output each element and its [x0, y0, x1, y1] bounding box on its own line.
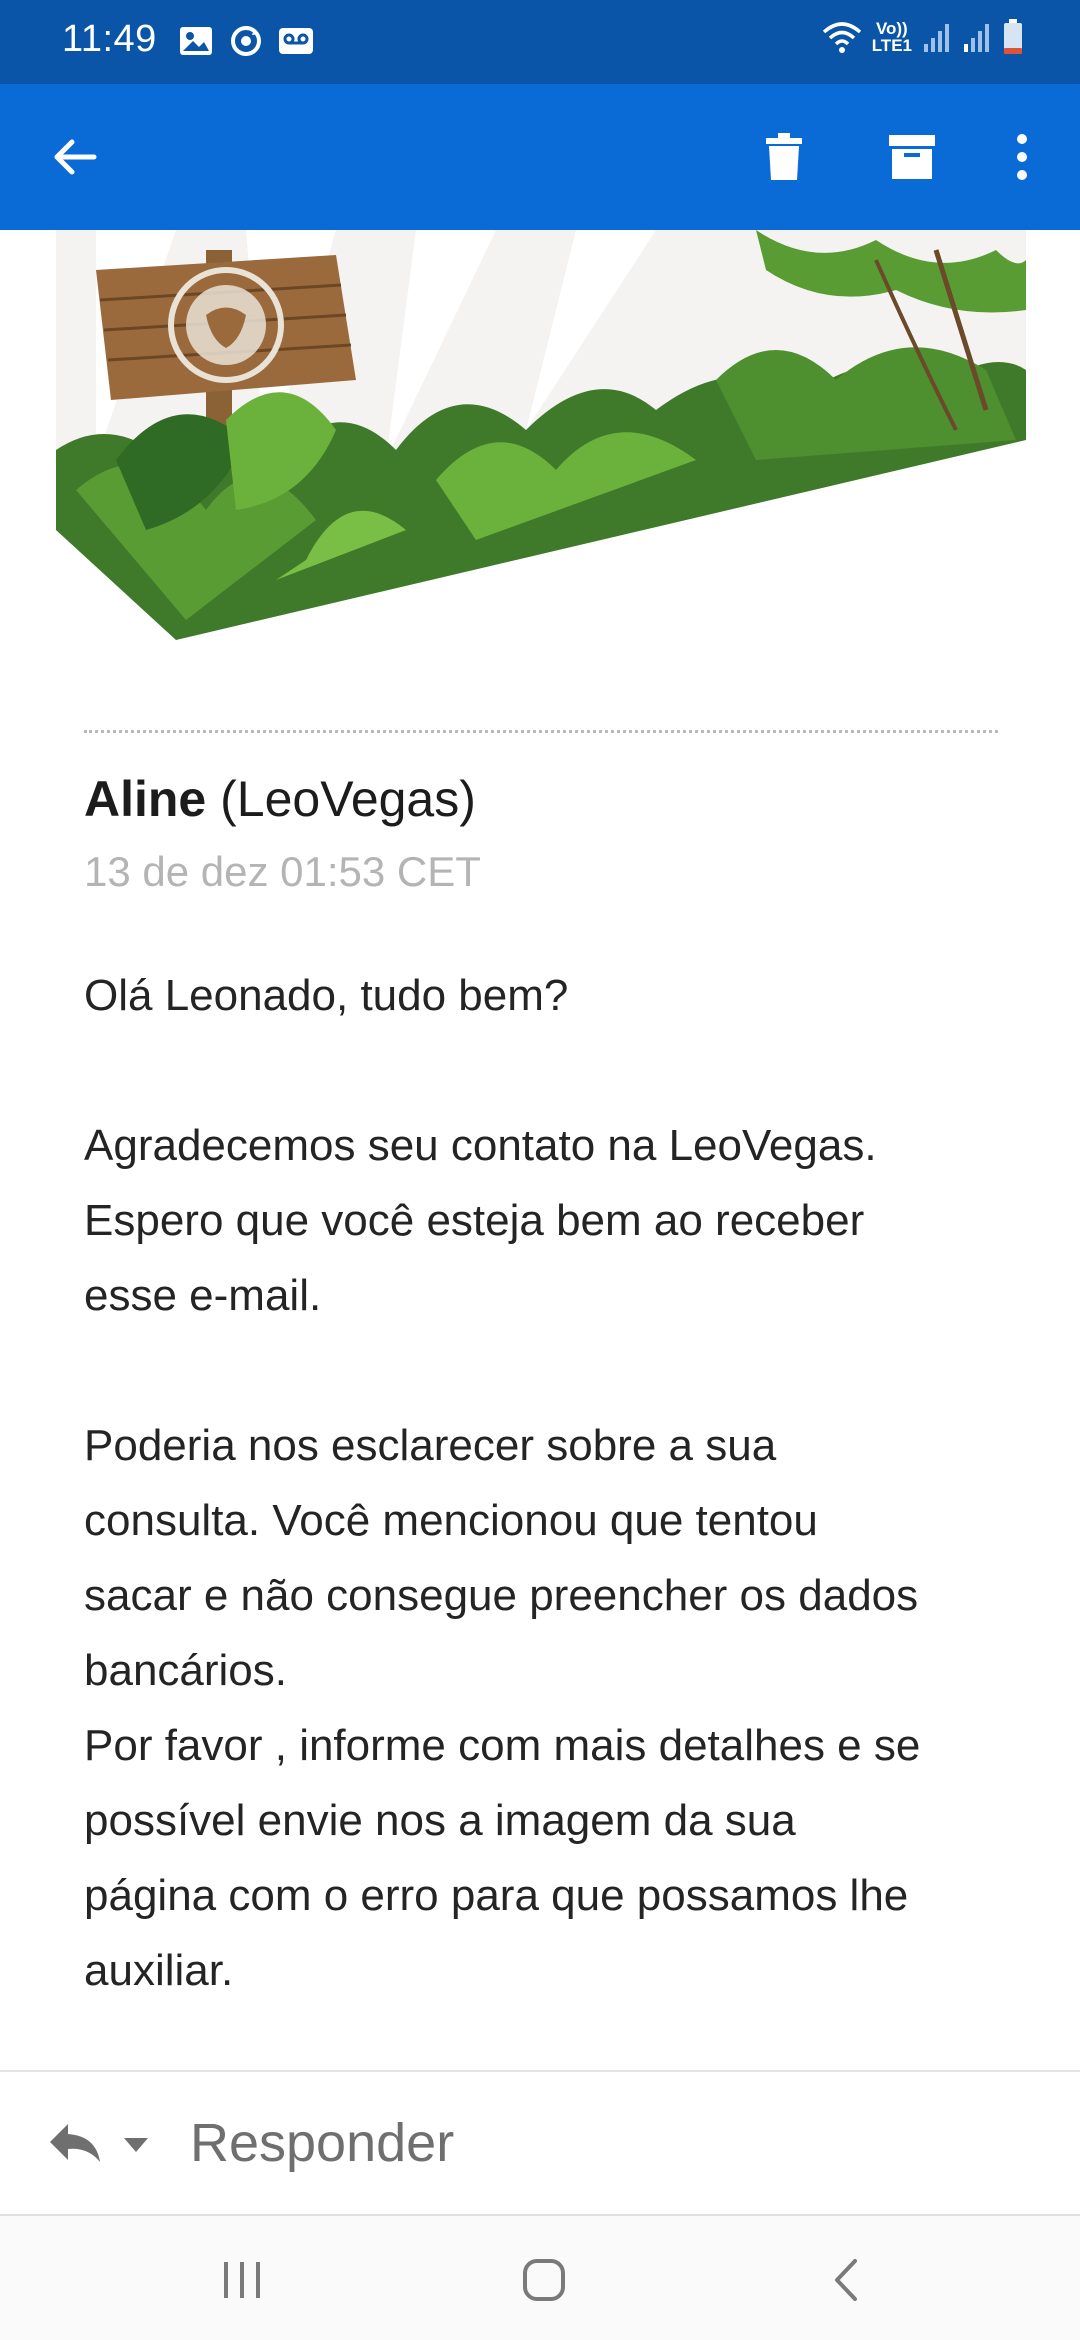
email-paragraph-2-line: bancários.	[84, 1646, 288, 1695]
home-icon	[523, 2259, 565, 2301]
email-date: 13 de dez 01:53 CET	[84, 848, 481, 895]
recent-apps-icon	[224, 2262, 260, 2298]
signal-icon	[964, 24, 989, 52]
email-paragraph-2-line: sacar e não consegue preencher os dados	[84, 1571, 919, 1620]
recent-apps-button[interactable]	[202, 2240, 282, 2320]
back-button[interactable]	[26, 109, 122, 205]
reply-options-caret-icon[interactable]	[120, 2130, 152, 2158]
reply-input[interactable]: Responder	[190, 2112, 454, 2174]
email-greeting: Olá Leonado, tudo bem?	[84, 971, 569, 1020]
chevron-left-icon	[835, 2259, 857, 2301]
sender: Aline (LeoVegas)	[84, 770, 476, 828]
status-time: 11:49	[62, 18, 157, 60]
email-paragraph-2-line: auxiliar.	[84, 1946, 234, 1995]
email-paragraph-2-line: possível envie nos a imagem da sua	[84, 1796, 796, 1845]
battery-low-icon	[1004, 19, 1022, 54]
archive-button[interactable]	[864, 109, 960, 205]
leovegas-banner-image	[56, 230, 1026, 640]
email-paragraph-2-line: página com o erro para que possamos lhe	[84, 1871, 909, 1920]
email-paragraph-1-line: Espero que você esteja bem ao receber	[84, 1196, 865, 1245]
gallery-icon	[180, 27, 212, 55]
header-divider	[84, 730, 998, 733]
reply-icon[interactable]	[44, 2112, 106, 2174]
status-system-icons: Vo)) LTE1	[822, 18, 1024, 56]
email-paragraph-2-line: Por favor , informe com mais detalhes e …	[84, 1721, 921, 1770]
more-vert-icon	[1017, 134, 1027, 180]
system-nav-bar	[0, 2214, 1080, 2340]
sender-name: Aline	[84, 771, 207, 827]
sender-org: (LeoVegas)	[220, 771, 476, 827]
email-paragraph-2-line: consulta. Você mencionou que tentou	[84, 1496, 818, 1545]
archive-icon	[889, 135, 935, 179]
system-back-button[interactable]	[806, 2240, 886, 2320]
back-arrow-icon	[54, 139, 97, 175]
status-bar: 11:49 Vo)) LTE1	[0, 0, 1080, 84]
signal-icon	[924, 24, 949, 52]
sync-icon	[231, 26, 261, 56]
voicemail-icon	[279, 28, 313, 54]
more-options-button[interactable]	[974, 109, 1070, 205]
reply-bar: Responder	[0, 2070, 1080, 2214]
email-paragraph-1-line: Agradecemos seu contato na LeoVegas.	[84, 1121, 877, 1170]
home-button[interactable]	[504, 2240, 584, 2320]
app-bar	[0, 84, 1080, 230]
volte-indicator: Vo)) LTE1	[871, 19, 912, 55]
delete-button[interactable]	[736, 109, 832, 205]
delete-icon	[766, 133, 802, 180]
status-notification-icons	[178, 24, 314, 58]
email-body: Olá Leonado, tudo bem? Agradecemos seu c…	[84, 958, 1024, 2008]
wifi-icon	[822, 22, 861, 53]
email-paragraph-1-line: esse e-mail.	[84, 1271, 322, 1320]
email-paragraph-2-line: Poderia nos esclarecer sobre a sua	[84, 1421, 777, 1470]
